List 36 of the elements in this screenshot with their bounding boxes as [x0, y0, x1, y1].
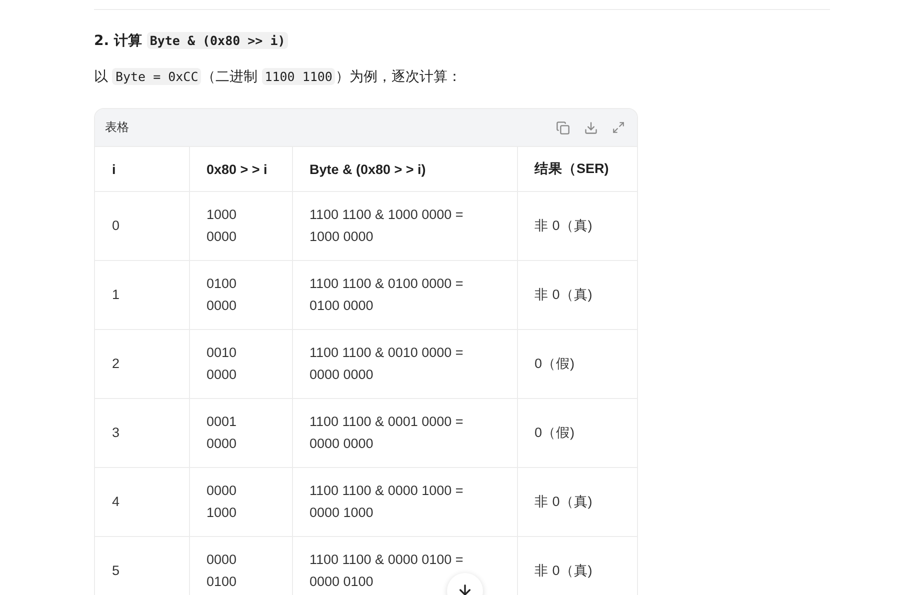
table-cell: 1100 1100 & 0001 0000 = 0000 0000 — [292, 398, 517, 468]
table-cell: 1000 0000 — [189, 192, 292, 260]
table-cell: 0001 0000 — [189, 398, 292, 468]
paragraph: 以 Byte = 0xCC （二进制 1100 1100 ）为例，逐次计算： — [94, 67, 462, 87]
download-button[interactable] — [584, 120, 598, 134]
column-header: i — [95, 147, 189, 192]
table-cell: 1100 1100 & 1000 0000 = 1000 0000 — [292, 192, 517, 260]
copy-icon — [556, 120, 570, 134]
table-cell: 0100 0000 — [189, 260, 292, 330]
copy-button[interactable] — [556, 120, 570, 134]
table-cell: 4 — [95, 468, 189, 536]
table-title: 表格 — [105, 119, 129, 136]
column-header: 0x80 > > i — [189, 147, 292, 192]
table-cell: 0（假) — [517, 398, 637, 468]
column-header: Byte & (0x80 > > i) — [292, 147, 517, 192]
table-cell: 非 0（真) — [517, 536, 637, 595]
table-cell: 1100 1100 & 0100 0000 = 0100 0000 — [292, 260, 517, 330]
table-cell: 0000 0100 — [189, 536, 292, 595]
table-cell: 非 0（真) — [517, 192, 637, 260]
table-cell: 2 — [95, 330, 189, 398]
section-heading: 2. 计算 Byte & (0x80 >> i) — [94, 30, 830, 52]
table-cell: 0 — [95, 192, 189, 260]
expand-button[interactable] — [612, 120, 625, 134]
expand-icon — [612, 120, 625, 134]
table-cell: 5 — [95, 536, 189, 595]
table-cell: 1100 1100 & 0000 1000 = 0000 1000 — [292, 468, 517, 536]
download-icon — [584, 120, 598, 134]
table-cell: 非 0（真) — [517, 260, 637, 330]
table-cell: 0010 0000 — [189, 330, 292, 398]
table-cell: 1100 1100 & 0010 0000 = 0000 0000 — [292, 330, 517, 398]
table-cell: 0000 1000 — [189, 468, 292, 536]
table-cell: 1 — [95, 260, 189, 330]
column-header: 结果（SER) — [517, 147, 637, 192]
table-cell: 非 0（真) — [517, 468, 637, 536]
table-cell: 3 — [95, 398, 189, 468]
table-cell: 0（假) — [517, 330, 637, 398]
